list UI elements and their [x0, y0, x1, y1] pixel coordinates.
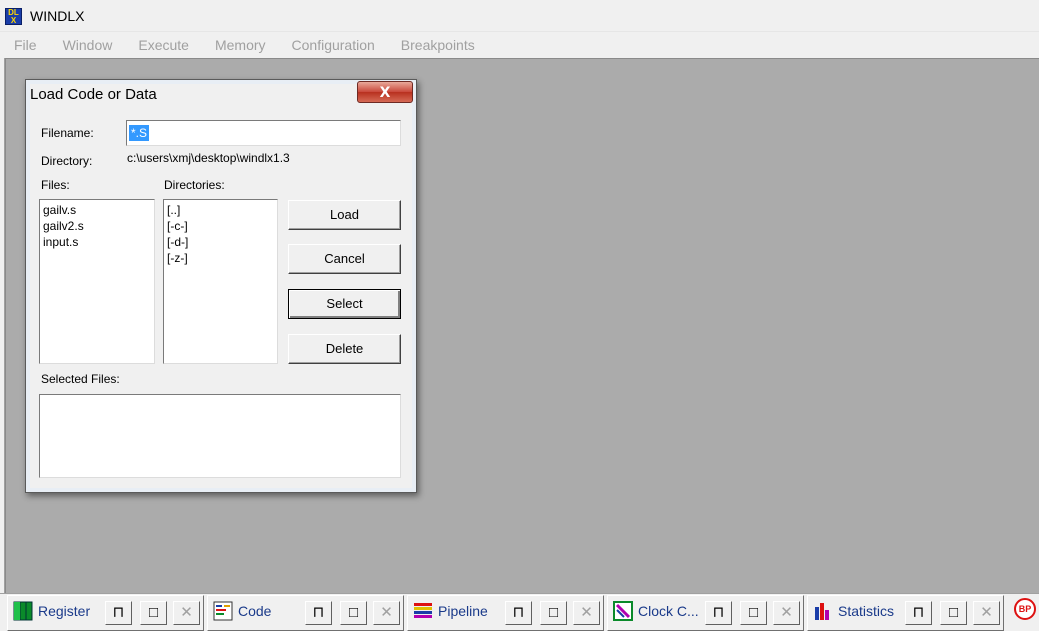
task-label: Clock C...: [638, 603, 699, 619]
restore-button[interactable]: ⊓: [505, 601, 532, 625]
task-register[interactable]: Register ⊓ □ ✕: [7, 595, 204, 631]
directory-label: Directory:: [41, 154, 93, 168]
menu-bar: File Window Execute Memory Configuration…: [0, 33, 1039, 57]
list-item[interactable]: gailv2.s: [43, 218, 151, 234]
pipeline-icon: [414, 603, 432, 618]
cancel-button[interactable]: Cancel: [288, 244, 401, 274]
close-icon: X: [379, 85, 391, 101]
filename-value: *.S: [129, 125, 150, 141]
breakpoint-icon[interactable]: BP: [1014, 598, 1036, 620]
minimized-windows-bar: Register ⊓ □ ✕ Code ⊓ □ ✕ Pipeline ⊓ □ ✕: [0, 593, 1039, 631]
list-item[interactable]: input.s: [43, 234, 151, 250]
directories-label: Directories:: [164, 178, 225, 192]
statistics-icon: [815, 603, 829, 620]
maximize-button[interactable]: □: [340, 601, 367, 625]
delete-button[interactable]: Delete: [288, 334, 401, 364]
load-dialog: Load Code or Data X Filename: *.S Direct…: [25, 79, 417, 493]
maximize-button[interactable]: □: [740, 601, 767, 625]
windlx-app-icon[interactable]: DL X: [5, 8, 22, 25]
dialog-close-button[interactable]: X: [357, 81, 413, 103]
maximize-button[interactable]: □: [140, 601, 167, 625]
list-item[interactable]: [..]: [167, 202, 274, 218]
restore-button[interactable]: ⊓: [105, 601, 132, 625]
select-button[interactable]: Select: [288, 289, 401, 319]
maximize-button[interactable]: □: [540, 601, 567, 625]
list-item[interactable]: gailv.s: [43, 202, 151, 218]
close-button[interactable]: ✕: [173, 601, 200, 625]
dialog-title: Load Code or Data: [30, 86, 157, 103]
task-code[interactable]: Code ⊓ □ ✕: [207, 595, 404, 631]
list-item[interactable]: [-z-]: [167, 250, 274, 266]
title-bar: DL X WINDLX: [0, 0, 1039, 32]
filename-label: Filename:: [41, 126, 94, 140]
window-title: WINDLX: [30, 8, 85, 24]
menu-window[interactable]: Window: [63, 37, 113, 53]
clock-cycle-icon: [613, 601, 633, 621]
menu-file[interactable]: File: [14, 37, 37, 53]
restore-button[interactable]: ⊓: [905, 601, 932, 625]
task-label: Pipeline: [438, 603, 488, 619]
task-label: Statistics: [838, 603, 895, 619]
menu-memory[interactable]: Memory: [215, 37, 266, 53]
list-item[interactable]: [-d-]: [167, 234, 274, 250]
files-list[interactable]: gailv.s gailv2.s input.s: [39, 199, 155, 364]
directories-list[interactable]: [..] [-c-] [-d-] [-z-]: [163, 199, 278, 364]
code-icon: [213, 601, 233, 621]
menu-configuration[interactable]: Configuration: [292, 37, 375, 53]
task-label: Register: [38, 603, 91, 619]
filename-input[interactable]: *.S: [126, 120, 401, 146]
task-pipeline[interactable]: Pipeline ⊓ □ ✕: [407, 595, 604, 631]
selected-files-label: Selected Files:: [41, 372, 120, 386]
menu-breakpoints[interactable]: Breakpoints: [401, 37, 475, 53]
task-statistics[interactable]: Statistics ⊓ □ ✕: [807, 595, 1004, 631]
list-item[interactable]: [-c-]: [167, 218, 274, 234]
register-icon: [13, 601, 33, 621]
restore-button[interactable]: ⊓: [705, 601, 732, 625]
directory-value: c:\users\xmj\desktop\windlx1.3: [127, 151, 290, 165]
close-button[interactable]: ✕: [373, 601, 400, 625]
close-button[interactable]: ✕: [973, 601, 1000, 625]
close-button[interactable]: ✕: [573, 601, 600, 625]
restore-button[interactable]: ⊓: [305, 601, 332, 625]
load-button[interactable]: Load: [288, 200, 401, 230]
selected-files-list[interactable]: [39, 394, 401, 478]
task-clock-cycle[interactable]: Clock C... ⊓ □ ✕: [607, 595, 804, 631]
task-label: Code: [238, 603, 272, 619]
maximize-button[interactable]: □: [940, 601, 967, 625]
files-label: Files:: [41, 178, 70, 192]
close-button[interactable]: ✕: [773, 601, 800, 625]
menu-execute[interactable]: Execute: [138, 37, 189, 53]
